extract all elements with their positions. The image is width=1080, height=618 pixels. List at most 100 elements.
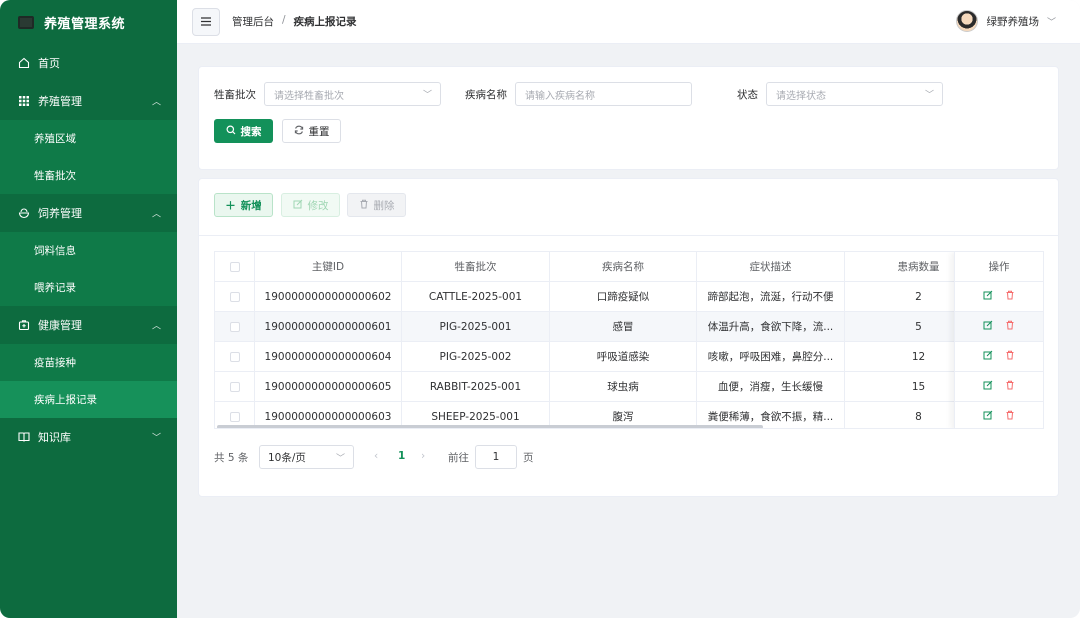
delete-button[interactable]: 删除: [347, 193, 406, 217]
column-header: 症状描述: [697, 252, 845, 281]
cell-id: 1900000000000000601: [255, 312, 402, 341]
status-select[interactable]: 请选择状态 ﹀: [766, 82, 943, 106]
delete-row-icon[interactable]: [1005, 350, 1015, 363]
chevron-down-icon: ﹀: [1046, 17, 1056, 28]
row-checkbox-cell[interactable]: [215, 372, 255, 401]
checkbox[interactable]: [229, 411, 240, 422]
cell-disease: 口蹄疫疑似: [550, 282, 697, 311]
breadcrumb-current: 疾病上报记录: [293, 16, 357, 28]
row-checkbox-cell[interactable]: [215, 312, 255, 341]
cell-symptom: 咳嗽，呼吸困难，鼻腔分...: [697, 342, 845, 371]
edit-row-icon[interactable]: [983, 320, 993, 333]
goto-label: 前往: [448, 452, 469, 464]
delete-row-icon[interactable]: [1005, 380, 1015, 393]
table-row[interactable]: 1900000000000000605 RABBIT-2025-001 球虫病 …: [215, 372, 1043, 402]
page-number[interactable]: 1: [398, 450, 405, 462]
delete-row-icon[interactable]: [1005, 290, 1015, 303]
home-icon: [18, 57, 30, 69]
prev-page-icon[interactable]: ‹: [374, 450, 378, 462]
sidebar-item-home[interactable]: 首页: [0, 44, 177, 82]
edit-button[interactable]: 修改: [281, 193, 340, 217]
sidebar-item-feeding[interactable]: 饲养管理 ︿: [0, 194, 177, 232]
cell-batch: PIG-2025-001: [402, 312, 550, 341]
refresh-icon: [294, 125, 304, 138]
book-icon: [18, 431, 30, 443]
chevron-up-icon: ︿: [151, 97, 161, 108]
table-row[interactable]: 1900000000000000604 PIG-2025-002 呼吸道感染 咳…: [215, 342, 1043, 372]
cell-batch: PIG-2025-002: [402, 342, 550, 371]
breadcrumb: 管理后台 / 疾病上报记录: [232, 14, 357, 29]
table-row[interactable]: 1900000000000000602 CATTLE-2025-001 口蹄疫疑…: [215, 282, 1043, 312]
cell-id: 1900000000000000604: [255, 342, 402, 371]
cell-id: 1900000000000000605: [255, 372, 402, 401]
sidebar-item-breeding-area[interactable]: 养殖区域: [0, 120, 177, 157]
search-button[interactable]: 搜索: [214, 119, 273, 143]
edit-row-icon[interactable]: [983, 290, 993, 303]
reset-button[interactable]: 重置: [282, 119, 341, 143]
reset-button-label: 重置: [308, 125, 330, 138]
sidebar-item-breeding[interactable]: 养殖管理 ︿: [0, 82, 177, 120]
page-size-select[interactable]: 10条/页 ﹀: [259, 445, 354, 469]
sidebar: 养殖管理系统 首页 养殖管理 ︿ 养殖区域 牲畜批次 饲养管理 ︿ 饲料信息 喂…: [0, 0, 177, 618]
app-title: 养殖管理系统: [44, 16, 126, 32]
column-header: 疾病名称: [550, 252, 697, 281]
disease-placeholder: 请输入疾病名称: [525, 90, 595, 102]
batch-select[interactable]: 请选择牲畜批次 ﹀: [264, 82, 441, 106]
row-checkbox-cell[interactable]: [215, 342, 255, 371]
user-name: 绿野养殖场: [986, 15, 1039, 28]
edit-row-icon[interactable]: [983, 350, 993, 363]
checkbox[interactable]: [229, 261, 240, 272]
breadcrumb-home[interactable]: 管理后台: [232, 14, 274, 29]
plus-icon: ＋: [225, 199, 236, 212]
row-actions: [955, 372, 1043, 402]
search-button-label: 搜索: [240, 125, 262, 138]
hamburger-icon: [201, 15, 211, 29]
operations-column: 操作: [954, 252, 1043, 428]
row-actions: [955, 282, 1043, 312]
chevron-down-icon: ﹀: [151, 433, 161, 444]
sidebar-item-health[interactable]: 健康管理 ︿: [0, 306, 177, 344]
sidebar-item-livestock-batch[interactable]: 牲畜批次: [0, 157, 177, 194]
status-placeholder: 请选择状态: [776, 90, 826, 102]
delete-row-icon[interactable]: [1005, 320, 1015, 333]
batch-label: 牲畜批次: [214, 89, 256, 101]
table-row[interactable]: 1900000000000000601 PIG-2025-001 感冒 体温升高…: [215, 312, 1043, 342]
trash-icon: [359, 199, 369, 212]
app-window: 养殖管理系统 首页 养殖管理 ︿ 养殖区域 牲畜批次 饲养管理 ︿ 饲料信息 喂…: [0, 0, 1080, 618]
sidebar-item-feed-info[interactable]: 饲料信息: [0, 232, 177, 269]
checkbox[interactable]: [229, 291, 240, 302]
row-checkbox-cell[interactable]: [215, 282, 255, 311]
column-header: 操作: [955, 252, 1043, 282]
row-actions: [955, 402, 1043, 428]
sidebar-item-feeding-records[interactable]: 喂养记录: [0, 269, 177, 306]
delete-button-label: 删除: [373, 199, 395, 212]
add-button[interactable]: ＋ 新增: [214, 193, 273, 217]
cell-symptom: 血便，消瘦，生长缓慢: [697, 372, 845, 401]
menu-toggle-button[interactable]: [192, 7, 220, 36]
checkbox[interactable]: [229, 351, 240, 362]
chevron-up-icon: ︿: [151, 321, 161, 332]
sidebar-item-disease-reports[interactable]: 疾病上报记录: [0, 381, 177, 418]
goto-page-input[interactable]: 1: [475, 445, 517, 469]
sidebar-item-label: 饲养管理: [38, 207, 82, 220]
sidebar-item-label: 养殖管理: [38, 95, 82, 108]
edit-row-icon[interactable]: [983, 380, 993, 393]
edit-row-icon[interactable]: [983, 410, 993, 423]
user-menu[interactable]: 绿野养殖场 ﹀: [956, 10, 1056, 32]
batch-placeholder: 请选择牲畜批次: [274, 90, 344, 102]
disease-label: 疾病名称: [465, 89, 507, 101]
search-icon: [226, 125, 236, 138]
horizontal-scrollbar[interactable]: [217, 425, 763, 428]
select-all-checkbox[interactable]: [215, 252, 255, 281]
checkbox[interactable]: [229, 321, 240, 332]
sidebar-item-label: 首页: [38, 57, 60, 70]
disease-input[interactable]: 请输入疾病名称: [515, 82, 692, 106]
submenu-feeding: 饲料信息 喂养记录: [0, 232, 177, 306]
medkit-icon: [18, 319, 30, 331]
sidebar-item-vaccination[interactable]: 疫苗接种: [0, 344, 177, 381]
next-page-icon[interactable]: ›: [421, 450, 425, 462]
checkbox[interactable]: [229, 381, 240, 392]
sidebar-item-knowledge[interactable]: 知识库 ﹀: [0, 418, 177, 456]
cell-disease: 呼吸道感染: [550, 342, 697, 371]
delete-row-icon[interactable]: [1005, 410, 1015, 423]
